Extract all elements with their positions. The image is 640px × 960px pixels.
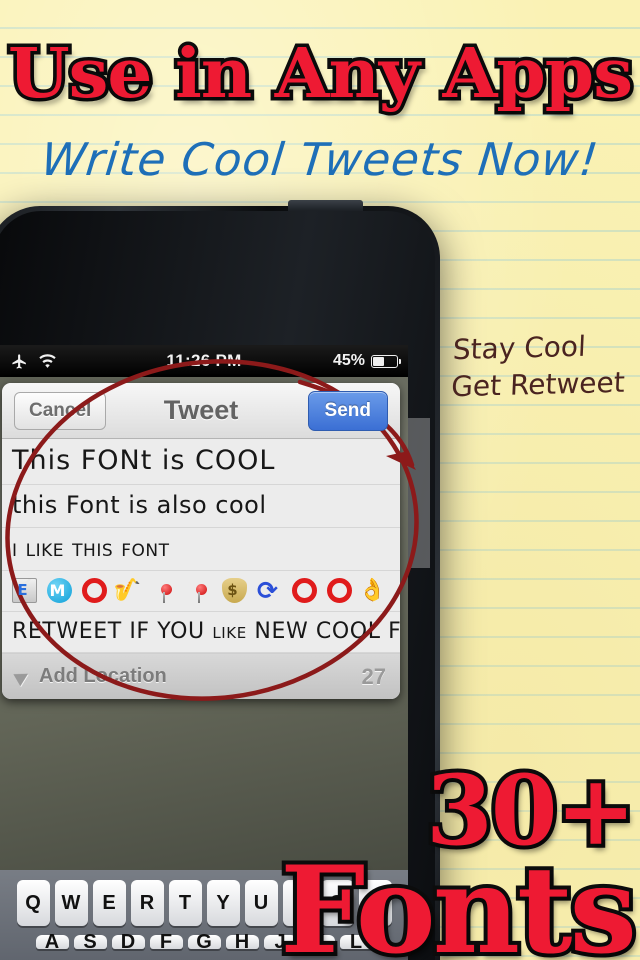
key-r[interactable]: R — [130, 880, 164, 926]
key-s[interactable]: S — [73, 931, 107, 953]
key-g[interactable]: G — [187, 931, 221, 953]
add-location-label: Add Location — [39, 665, 167, 687]
key-e[interactable]: E — [92, 880, 126, 926]
key-h[interactable]: H — [225, 931, 259, 953]
page-title: Use in Any Apps — [4, 31, 636, 118]
status-bar-right: 45% — [332, 352, 401, 370]
red-circle-icon — [327, 577, 352, 603]
annotation-line-2: Get Retweet — [450, 365, 626, 404]
money-bag-icon — [222, 577, 247, 603]
tweet-line[interactable]: i like this font — [2, 528, 400, 571]
annotation-line-1: Stay Cool — [452, 329, 587, 367]
ok-hand-icon — [362, 578, 387, 603]
add-location-bar[interactable]: Add Location 27 — [2, 653, 400, 699]
status-bar: 11:26 PM 45% — [0, 345, 408, 377]
key-a[interactable]: A — [35, 931, 69, 953]
fonts-count-badge: 30+ Fonts — [276, 759, 640, 960]
cancel-button[interactable]: Cancel — [14, 391, 107, 430]
key-q[interactable]: Q — [16, 880, 50, 926]
cyclone-icon — [257, 578, 282, 603]
red-circle-icon — [292, 577, 317, 603]
badge-word: Fonts — [276, 839, 640, 960]
key-y[interactable]: Y — [206, 880, 240, 926]
promo-page: Use in Any Apps Write Cool Tweets Now! 1… — [0, 0, 640, 960]
tweet-compose-sheet: Cancel Tweet Send This FONt is COOL this… — [2, 383, 400, 699]
tweet-line[interactable]: This FONt is COOL — [2, 439, 400, 485]
key-w[interactable]: W — [54, 880, 88, 926]
tweet-line[interactable]: this Font is also cool — [2, 485, 400, 528]
tweet-line-text: RETWEET IF YOU like NEW COOL FONTS — [12, 618, 400, 644]
location-arrow-icon — [13, 667, 32, 686]
saxophone-icon — [117, 578, 142, 603]
tweet-line[interactable]: RETWEET IF YOU like NEW COOL FONTS — [2, 612, 400, 653]
send-button[interactable]: Send — [307, 390, 388, 431]
power-button-icon[interactable] — [288, 200, 363, 211]
key-t[interactable]: T — [168, 880, 202, 926]
battery-fill — [373, 356, 385, 366]
key-d[interactable]: D — [111, 931, 145, 953]
pushpin-icon — [152, 578, 177, 603]
circled-m-icon — [47, 577, 72, 603]
page-subtitle: Write Cool Tweets Now! — [38, 133, 602, 186]
battery-percent-label: 45% — [332, 352, 365, 369]
compose-navigation-bar: Cancel Tweet Send — [2, 383, 400, 439]
battery-icon — [371, 354, 401, 368]
email-envelope-icon — [12, 577, 37, 603]
key-f[interactable]: F — [149, 931, 183, 953]
annotation-note: Stay Cool Get Retweet — [450, 328, 627, 407]
character-count: 27 — [361, 663, 386, 689]
key-u[interactable]: U — [244, 880, 278, 926]
tweet-emoji-line[interactable] — [2, 571, 400, 612]
red-circle-icon — [82, 577, 107, 603]
tweet-text-area[interactable]: This FONt is COOL this Font is also cool… — [2, 439, 400, 653]
pushpin-icon — [187, 578, 212, 603]
